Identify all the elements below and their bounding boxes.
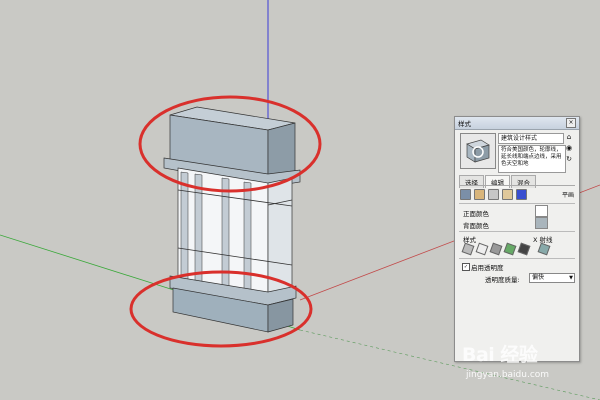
baidu-logo-watermark: Bai 经验	[462, 344, 538, 366]
styles-panel[interactable]: 样式 × 建筑设计样式 符合美国颜色，轮廓线，延长线和端点边线，采用色天空和地 …	[454, 116, 580, 362]
mullion-mid-1	[194, 173, 203, 287]
shaded-icon[interactable]	[489, 242, 503, 256]
face-settings-icon[interactable]	[474, 189, 485, 200]
back-color-swatch[interactable]	[535, 217, 548, 229]
tab-mix[interactable]: 混合	[511, 175, 536, 188]
paint-bucket-icon[interactable]: ◉	[565, 144, 573, 152]
transparency-quality-label: 透明度质量:	[485, 276, 520, 284]
watermark-settings-icon[interactable]	[502, 189, 513, 200]
monochrome-icon[interactable]	[517, 242, 531, 256]
hidden-line-icon[interactable]	[475, 242, 489, 256]
refresh-icon[interactable]: ↻	[565, 155, 573, 163]
background-settings-icon[interactable]	[488, 189, 499, 200]
tab-edit[interactable]: 编辑	[485, 175, 510, 188]
edit-side-label: 平画	[561, 192, 574, 199]
house-icon[interactable]: ⌂	[565, 133, 573, 141]
base-side	[267, 298, 294, 333]
transparency-quality-value: 偏快	[532, 274, 545, 281]
tab-select[interactable]: 选择	[459, 175, 484, 188]
back-color-label: 背面颜色	[463, 222, 489, 230]
mullion-left	[180, 171, 189, 283]
front-color-swatch[interactable]	[535, 205, 548, 217]
style-description-field[interactable]: 符合美国颜色，轮廓线，延长线和端点边线，采用色天空和地	[498, 145, 566, 173]
panel-title: 样式	[458, 120, 471, 128]
transparency-checkbox[interactable]: ✓	[462, 263, 470, 271]
edge-settings-icon[interactable]	[460, 189, 471, 200]
window-building-model[interactable]	[163, 106, 301, 333]
wireframe-icon[interactable]	[461, 242, 475, 256]
panel-titlebar[interactable]: 样式 ×	[455, 117, 579, 130]
transparency-quality-select[interactable]: 偏快 ▼	[529, 273, 575, 283]
style-name-field[interactable]: 建筑设计样式	[498, 133, 564, 144]
modeling-settings-icon[interactable]	[516, 189, 527, 200]
watermark-url: jingyan.baidu.com	[466, 370, 550, 380]
front-color-label: 正面颜色	[463, 210, 489, 218]
xray-toggle-icon[interactable]	[537, 242, 551, 256]
top-block-side	[267, 122, 296, 179]
textured-icon[interactable]	[503, 242, 517, 256]
transparency-checkbox-label: 启用透明度	[471, 264, 504, 272]
close-icon[interactable]: ×	[566, 118, 576, 128]
style-thumbnail[interactable]	[460, 133, 496, 169]
chevron-down-icon: ▼	[569, 275, 573, 281]
